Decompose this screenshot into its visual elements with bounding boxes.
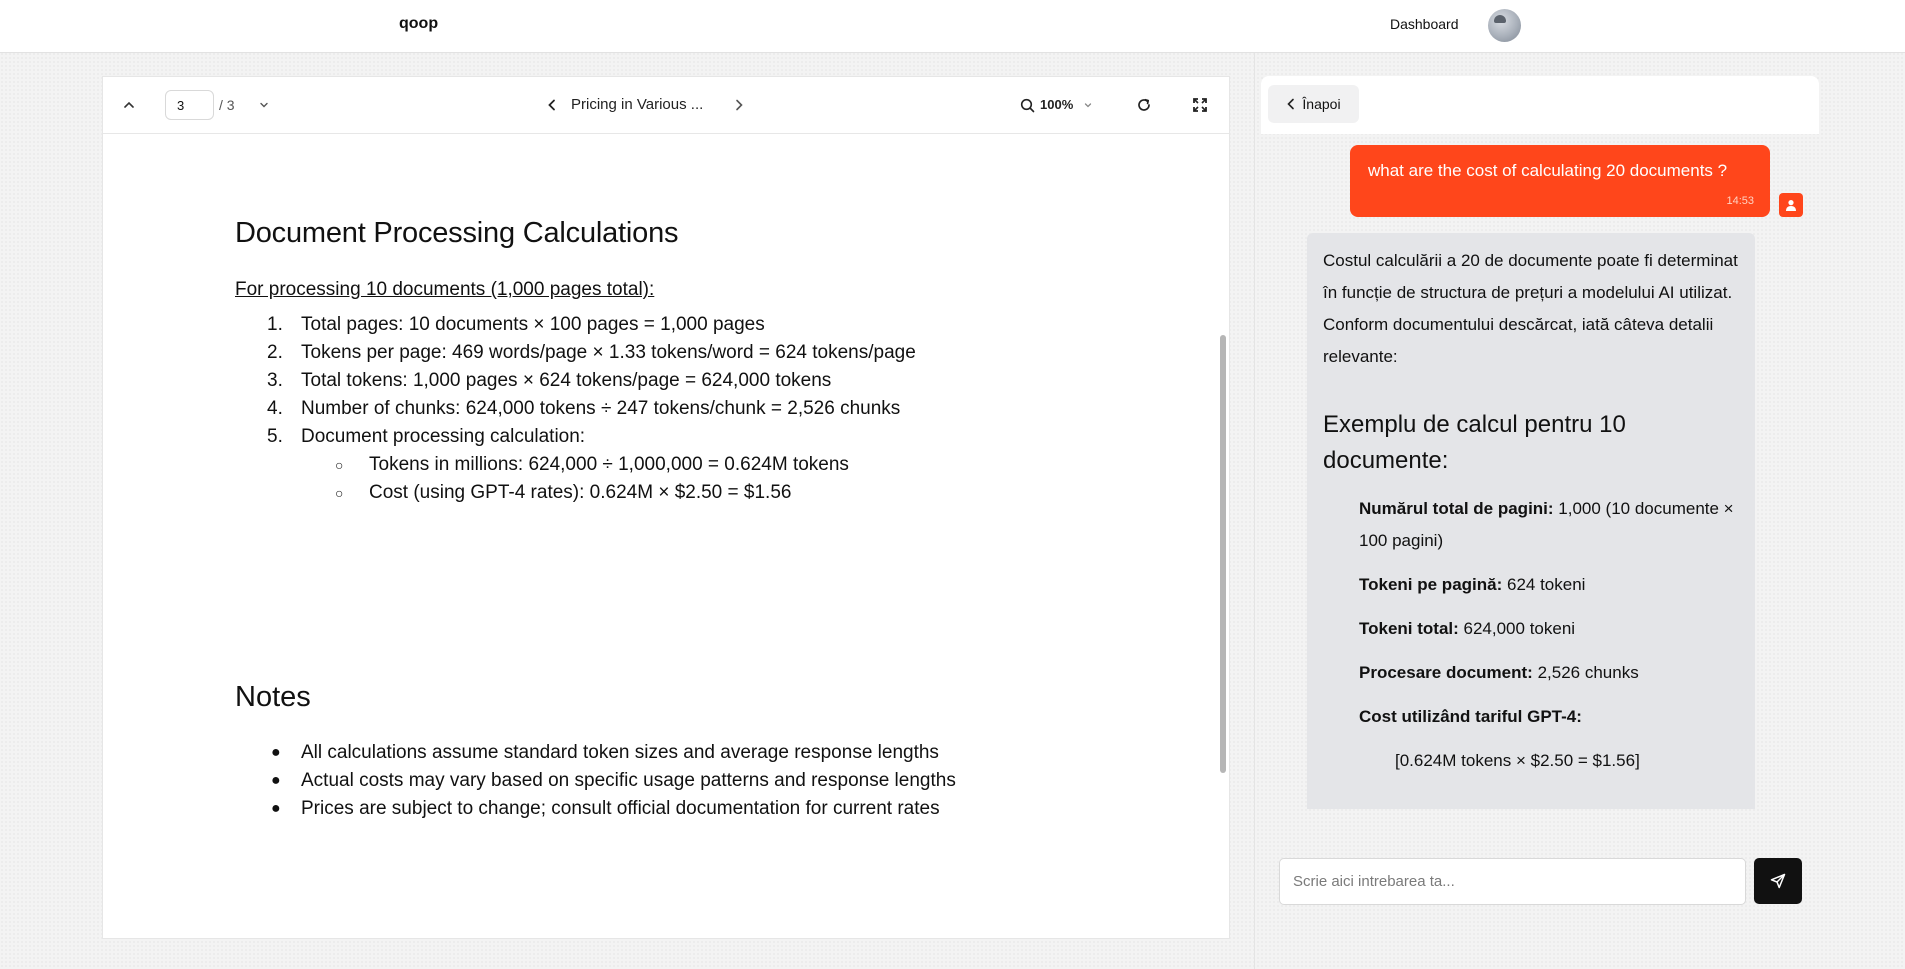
- fullscreen-icon: [1193, 98, 1207, 112]
- viewer-toolbar: / 3 Pricing in Various ... 100%: [103, 77, 1229, 134]
- back-button-label: Înapoi: [1302, 96, 1341, 112]
- fullscreen-button[interactable]: [1188, 93, 1212, 117]
- document-page: Document Processing Calculations For pro…: [235, 217, 956, 819]
- prev-document-button[interactable]: [540, 93, 564, 117]
- assistant-list-item: Numărul total de pagini: 1,000 (10 docum…: [1359, 499, 1734, 550]
- assistant-message-bubble: Costul calculării a 20 de documente poat…: [1307, 233, 1755, 809]
- user-avatar[interactable]: [1488, 9, 1521, 42]
- document-heading: Document Processing Calculations: [235, 217, 679, 249]
- brand-logo[interactable]: qoop: [399, 15, 438, 33]
- assistant-list-item: Tokeni pe pagină: 624 tokeni: [1359, 575, 1586, 594]
- next-document-button[interactable]: [727, 93, 751, 117]
- document-scrollbar[interactable]: [1220, 335, 1226, 773]
- chevron-down-icon: [260, 102, 268, 108]
- user-avatar-small: [1779, 193, 1803, 217]
- assistant-intro-text: Costul calculării a 20 de documente poat…: [1323, 251, 1738, 366]
- chevron-down-icon: [1084, 103, 1092, 108]
- send-button[interactable]: [1754, 858, 1802, 904]
- assistant-list-item: Cost utilizând tariful GPT-4:: [1359, 707, 1582, 726]
- chevron-left-icon: [1287, 98, 1295, 110]
- user-icon: [1786, 200, 1796, 211]
- panel-divider: [1254, 53, 1255, 969]
- refresh-icon: [1138, 98, 1150, 111]
- user-message-bubble: what are the cost of calculating 20 docu…: [1350, 145, 1770, 217]
- assistant-formula: [0.624M tokens × $2.50 = $1.56]: [1395, 751, 1640, 770]
- next-page-button[interactable]: [253, 94, 275, 116]
- send-icon: [1770, 873, 1786, 889]
- notes-heading: Notes: [235, 681, 311, 713]
- rotate-button[interactable]: [1132, 93, 1156, 117]
- chat-question-input[interactable]: [1279, 858, 1746, 905]
- prev-page-button[interactable]: [117, 93, 141, 117]
- zoom-level[interactable]: 100%: [1040, 97, 1073, 112]
- top-bar: qoop Dashboard: [0, 0, 1905, 53]
- nav-dashboard-link[interactable]: Dashboard: [1390, 16, 1459, 32]
- chevron-right-icon: [736, 99, 743, 111]
- chevron-left-icon: [548, 99, 555, 111]
- assistant-heading: Exemplu de calcul pentru 10 documente:: [1323, 411, 1626, 474]
- back-button[interactable]: Înapoi: [1268, 85, 1359, 123]
- search-icon: [1020, 98, 1034, 112]
- assistant-list-item: Tokeni total: 624,000 tokeni: [1359, 619, 1576, 638]
- page-total: / 3: [219, 97, 235, 113]
- zoom-button[interactable]: [1017, 95, 1037, 115]
- chevron-up-icon: [124, 101, 134, 108]
- document-title: Pricing in Various ...: [571, 96, 704, 113]
- assistant-list-item: Procesare document: 2,526 chunks: [1359, 663, 1639, 682]
- avatar-image: [1494, 15, 1506, 23]
- document-viewer: / 3 Pricing in Various ... 100% Document…: [102, 76, 1230, 939]
- user-message-text: what are the cost of calculating 20 docu…: [1368, 161, 1728, 180]
- message-timestamp: 14:53: [1726, 195, 1754, 207]
- page-number-input[interactable]: [165, 90, 214, 120]
- document-subheading: For processing 10 documents (1,000 pages…: [235, 279, 655, 300]
- zoom-dropdown[interactable]: [1081, 98, 1095, 112]
